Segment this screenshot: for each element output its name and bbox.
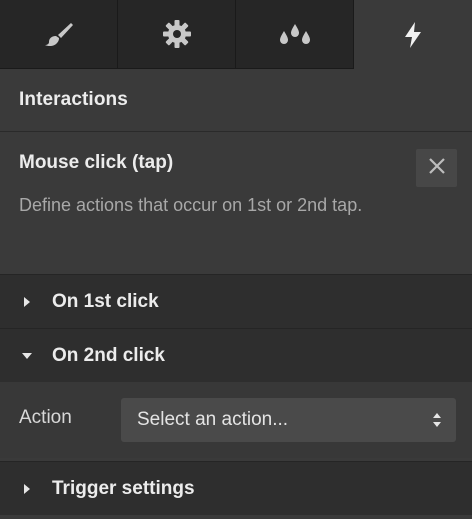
action-row: Action Select an action... [0, 382, 472, 458]
panel-title: Interactions [19, 89, 128, 110]
lightning-icon [402, 21, 424, 49]
action-label: Action [19, 407, 72, 428]
select-arrows-icon [432, 411, 442, 434]
tab-settings[interactable] [118, 0, 236, 69]
tab-style[interactable] [0, 0, 118, 69]
action-select-value: Select an action... [137, 409, 289, 430]
section-label: Trigger settings [52, 477, 195, 499]
section-second-click[interactable]: On 2nd click [0, 328, 472, 382]
section-trigger-settings[interactable]: Trigger settings [0, 461, 472, 515]
caret-right-icon [0, 483, 52, 495]
trigger-name: Mouse click (tap) [19, 152, 174, 173]
tab-effects[interactable] [236, 0, 354, 69]
close-icon [428, 157, 446, 180]
gear-icon [161, 18, 193, 50]
section-first-click[interactable]: On 1st click [0, 274, 472, 328]
interactions-panel: Interactions Mouse click (tap) Define ac… [0, 69, 472, 519]
brush-icon [44, 21, 74, 47]
section-label: On 1st click [52, 290, 159, 312]
caret-right-icon [0, 296, 52, 308]
drops-icon [278, 23, 312, 45]
divider [0, 131, 472, 132]
close-button[interactable] [416, 149, 457, 187]
section-label: On 2nd click [52, 344, 165, 366]
tab-interactions[interactable] [354, 0, 472, 69]
trigger-description: Define actions that occur on 1st or 2nd … [19, 195, 363, 215]
caret-down-icon [0, 351, 52, 361]
action-select[interactable]: Select an action... [121, 398, 456, 442]
tab-bar [0, 0, 472, 69]
